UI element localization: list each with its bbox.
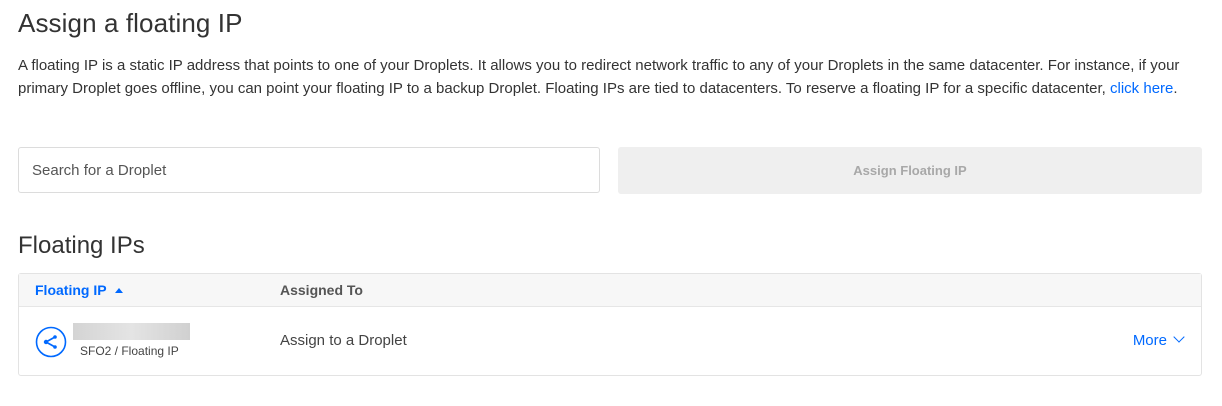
chevron-down-icon — [1173, 331, 1185, 343]
floating-ip-page: Assign a floating IP A floating IP is a … — [0, 0, 1222, 406]
more-menu-button[interactable]: More — [1132, 331, 1185, 349]
floating-ip-icon — [35, 326, 67, 358]
more-label: More — [1132, 332, 1167, 349]
assign-floating-ip-button[interactable]: Assign Floating IP — [618, 147, 1202, 194]
droplet-search-input[interactable] — [18, 147, 600, 193]
sort-ascending-icon — [114, 288, 123, 293]
assign-to-droplet-link[interactable]: Assign to a Droplet — [280, 332, 407, 349]
floating-ips-title: Floating IPs — [18, 232, 145, 259]
description-period: . — [1173, 80, 1178, 97]
click-here-link[interactable]: click here — [1110, 80, 1173, 97]
floating-ip-region: SFO2 / Floating IP — [80, 344, 179, 358]
description-text: A floating IP is a static IP address tha… — [18, 57, 1180, 97]
column-header-assigned-to: Assigned To — [280, 282, 363, 298]
table-header: Floating IP Assigned To — [19, 274, 1201, 307]
floating-ips-table: Floating IP Assigned To SFO2 / Floating … — [18, 273, 1202, 376]
assign-title: Assign a floating IP — [18, 8, 243, 38]
floating-ip-address-redacted — [73, 323, 190, 340]
column-header-floating-ip-label: Floating IP — [35, 282, 107, 298]
table-row: SFO2 / Floating IP Assign to a Droplet M… — [19, 307, 1201, 375]
column-header-floating-ip[interactable]: Floating IP — [35, 282, 123, 298]
assign-description: A floating IP is a static IP address tha… — [18, 54, 1198, 100]
